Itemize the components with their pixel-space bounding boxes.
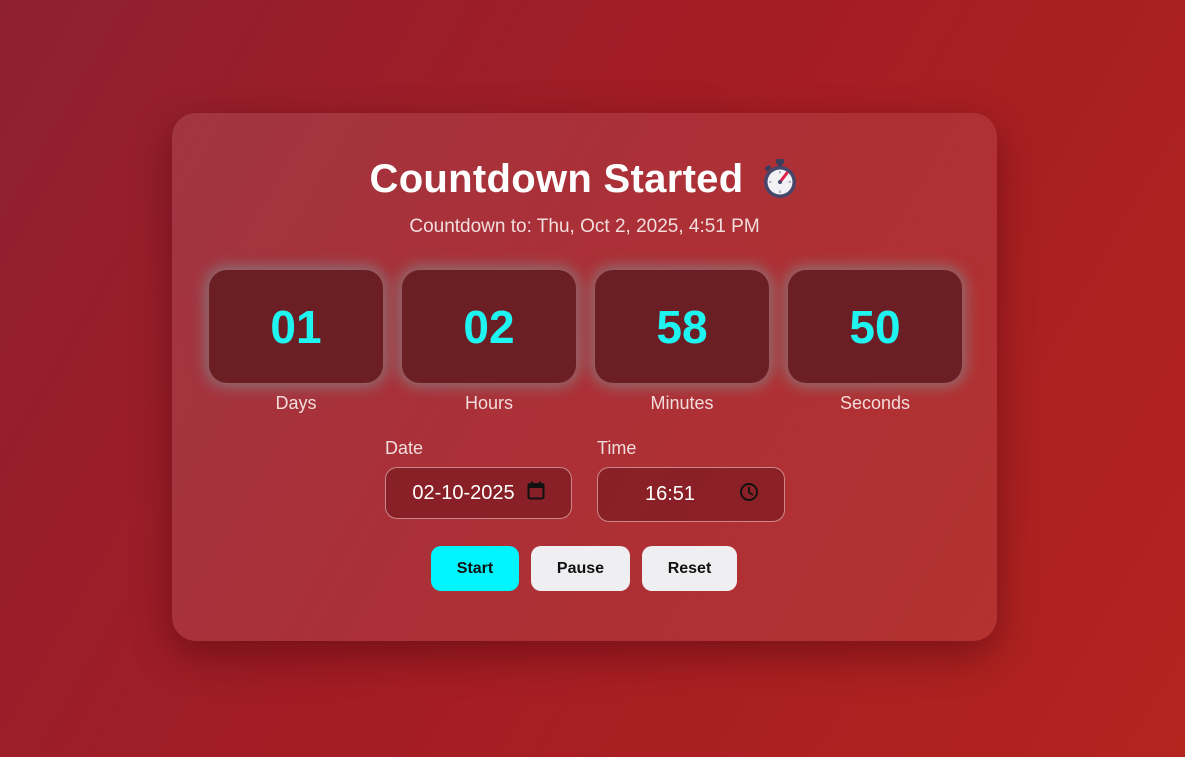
minutes-label: Minutes [650,393,714,413]
pause-button[interactable]: Pause [531,546,630,591]
time-value: 16:51 [645,483,696,505]
date-input[interactable]: 02-10-2025 [385,467,572,519]
page-title: Countdown Started [172,157,997,201]
seconds-unit: 50 Seconds [788,270,962,414]
start-button[interactable]: Start [431,546,519,591]
date-field-group: Date 02-10-2025 [385,438,572,519]
countdown-target-text: Countdown to: Thu, Oct 2, 2025, 4:51 PM [409,216,760,237]
days-value: 01 [209,270,383,383]
hours-unit: 02 Hours [402,270,576,414]
minutes-value: 58 [595,270,769,383]
time-field-group: Time 16:51 [597,438,785,522]
stopwatch-icon [761,158,799,200]
date-value: 02-10-2025 [412,481,515,504]
days-unit: 01 Days [209,270,383,414]
reset-button[interactable]: Reset [642,546,737,591]
date-label: Date [385,438,424,458]
countdown-card: Countdown Started Countdown to: Thu, Oct… [172,113,997,641]
control-buttons: Start Pause Reset [431,546,737,591]
calendar-icon[interactable] [527,481,545,506]
seconds-value: 50 [788,270,962,383]
days-label: Days [275,393,317,413]
time-input[interactable]: 16:51 [597,467,785,522]
minutes-unit: 58 Minutes [595,270,769,414]
time-label: Time [597,438,637,458]
hours-value: 02 [402,270,576,383]
seconds-label: Seconds [839,393,911,413]
hours-label: Hours [464,393,513,413]
countdown-boxes: 01 Days 02 Hours 58 Minutes 50 Seconds [209,270,962,414]
clock-icon[interactable] [739,482,759,508]
title-text: Countdown Started [369,156,744,201]
